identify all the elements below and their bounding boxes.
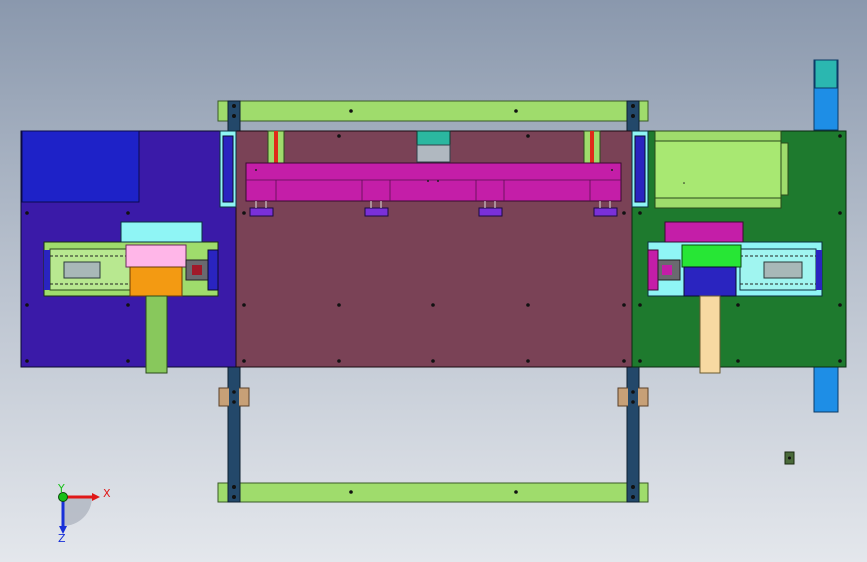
cad-top-view-canvas: X Y Z — [20, 59, 847, 545]
triad-z-label: Z — [58, 532, 66, 545]
top-rail — [217, 100, 649, 122]
left-column-bracket — [218, 386, 250, 408]
bottom-rail — [217, 482, 649, 503]
coordinate-triad-icon: X Y Z — [57, 482, 111, 545]
right-guide-rail — [631, 130, 649, 208]
left-guide-rail — [219, 130, 237, 208]
triad-x-label: X — [103, 487, 111, 500]
triad-y-label: Y — [57, 482, 65, 495]
right-control-panel — [654, 130, 789, 209]
small-part — [784, 451, 795, 465]
right-column-bracket — [617, 386, 649, 408]
